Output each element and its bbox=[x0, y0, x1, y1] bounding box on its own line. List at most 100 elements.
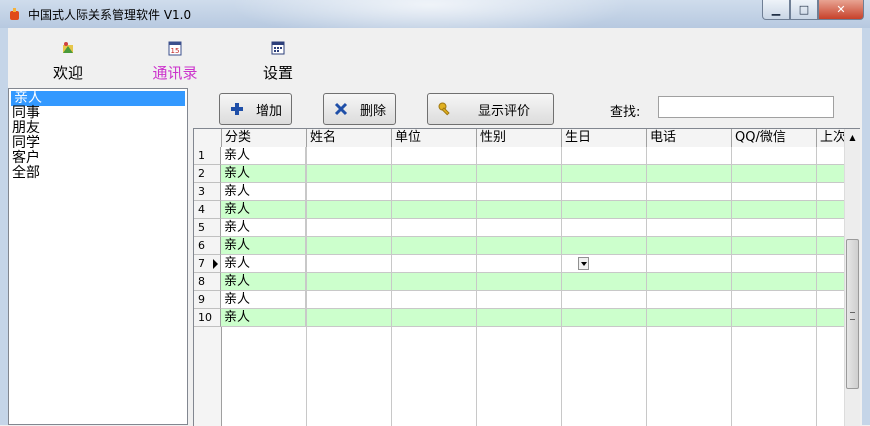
table-row[interactable]: 6 亲人 bbox=[194, 237, 844, 255]
welcome-icon bbox=[63, 42, 73, 53]
row-header[interactable]: 7 bbox=[194, 255, 221, 273]
row-header[interactable]: 4 bbox=[194, 201, 221, 219]
row-number: 9 bbox=[198, 293, 205, 306]
row-cells: 亲人 bbox=[221, 165, 844, 183]
minimize-button[interactable]: ▁ bbox=[762, 0, 790, 20]
delete-button[interactable]: 删除 bbox=[323, 93, 396, 125]
scrollbar-thumb[interactable] bbox=[846, 239, 859, 389]
column-header-qq-wechat[interactable]: QQ/微信 bbox=[732, 129, 817, 147]
delete-button-label: 删除 bbox=[360, 103, 387, 119]
table-row[interactable]: 5 亲人 bbox=[194, 219, 844, 237]
close-button[interactable]: ✕ bbox=[818, 0, 864, 20]
cell-category[interactable]: 亲人 bbox=[221, 147, 306, 165]
column-header-company[interactable]: 单位 bbox=[392, 129, 477, 147]
cell-category[interactable]: 亲人 bbox=[221, 291, 306, 309]
window-title: 中国式人际关系管理软件 V1.0 bbox=[28, 8, 192, 22]
grid-line bbox=[306, 147, 307, 426]
table-row[interactable]: 1 亲人 bbox=[194, 147, 844, 165]
maximize-button[interactable]: □ bbox=[790, 0, 818, 20]
column-header-phone[interactable]: 电话 bbox=[647, 129, 732, 147]
row-header[interactable]: 1 bbox=[194, 147, 221, 165]
grid-line bbox=[476, 147, 477, 426]
category-item-friends[interactable]: 朋友 bbox=[9, 121, 187, 136]
cell-category[interactable]: 亲人 bbox=[221, 255, 306, 273]
tab-welcome[interactable]: 欢迎 bbox=[38, 40, 98, 83]
row-cells: 亲人 bbox=[221, 255, 844, 273]
gender-dropdown-icon[interactable] bbox=[578, 257, 589, 270]
cell-category[interactable]: 亲人 bbox=[221, 165, 306, 183]
row-cells: 亲人 bbox=[221, 291, 844, 309]
row-number: 8 bbox=[198, 275, 205, 288]
column-header-category[interactable]: 分类 bbox=[222, 129, 307, 147]
cell-category[interactable]: 亲人 bbox=[221, 183, 306, 201]
row-number: 5 bbox=[198, 221, 205, 234]
svg-text:15: 15 bbox=[171, 47, 180, 55]
tab-settings[interactable]: 设置 bbox=[248, 40, 308, 83]
add-button-label: 增加 bbox=[256, 103, 283, 119]
table-row[interactable]: 4 亲人 bbox=[194, 201, 844, 219]
cell-category[interactable]: 亲人 bbox=[221, 309, 306, 327]
show-review-button[interactable]: 显示评价 bbox=[427, 93, 554, 125]
cell-category[interactable]: 亲人 bbox=[221, 237, 306, 255]
row-header[interactable]: 6 bbox=[194, 237, 221, 255]
cell-category[interactable]: 亲人 bbox=[221, 219, 306, 237]
row-header[interactable]: 8 bbox=[194, 273, 221, 291]
category-item-colleagues[interactable]: 同事 bbox=[9, 106, 187, 121]
column-header-last[interactable]: 上次 bbox=[817, 129, 844, 147]
vertical-scrollbar[interactable]: ▲ bbox=[844, 129, 860, 426]
cell-category[interactable]: 亲人 bbox=[221, 201, 306, 219]
tab-settings-label: 设置 bbox=[262, 64, 293, 82]
row-header[interactable]: 2 bbox=[194, 165, 221, 183]
row-cells: 亲人 bbox=[221, 183, 844, 201]
scroll-up-arrow-icon[interactable]: ▲ bbox=[845, 129, 860, 146]
category-list[interactable]: 亲人 同事 朋友 同学 客户 全部 bbox=[8, 88, 188, 425]
grid-corner bbox=[194, 129, 222, 147]
maximize-icon: □ bbox=[798, 3, 810, 16]
row-cells: 亲人 bbox=[221, 273, 844, 291]
grid-line bbox=[646, 147, 647, 426]
contacts-grid[interactable]: 分类 姓名 单位 性别 生日 电话 QQ/微信 上次 1 亲人 2 亲人 3 亲人 4 亲人 5… bbox=[193, 128, 860, 426]
column-header-name[interactable]: 姓名 bbox=[307, 129, 392, 147]
table-row[interactable]: 7 亲人 bbox=[194, 255, 844, 273]
row-number: 6 bbox=[198, 239, 205, 252]
category-item-classmates[interactable]: 同学 bbox=[9, 136, 187, 151]
row-number: 10 bbox=[198, 311, 212, 324]
grid-line bbox=[391, 147, 392, 426]
grid-line bbox=[731, 147, 732, 426]
grid-line bbox=[561, 147, 562, 426]
category-item-all[interactable]: 全部 bbox=[9, 166, 187, 181]
delete-x-icon bbox=[334, 102, 348, 116]
title-bar: 中国式人际关系管理软件 V1.0 ▁ □ ✕ bbox=[0, 0, 870, 40]
cell-category[interactable]: 亲人 bbox=[221, 273, 306, 291]
search-input[interactable] bbox=[658, 96, 834, 118]
add-button[interactable]: 增加 bbox=[219, 93, 292, 125]
row-header[interactable]: 10 bbox=[194, 309, 221, 327]
category-item-clients[interactable]: 客户 bbox=[9, 151, 187, 166]
table-row[interactable]: 2 亲人 bbox=[194, 165, 844, 183]
row-header[interactable]: 5 bbox=[194, 219, 221, 237]
table-row[interactable]: 10 亲人 bbox=[194, 309, 844, 327]
show-review-button-label: 显示评价 bbox=[478, 103, 531, 119]
table-row[interactable]: 3 亲人 bbox=[194, 183, 844, 201]
table-row[interactable]: 8 亲人 bbox=[194, 273, 844, 291]
row-cells: 亲人 bbox=[221, 201, 844, 219]
current-row-pointer-icon bbox=[213, 259, 218, 269]
row-header[interactable]: 3 bbox=[194, 183, 221, 201]
grid-line bbox=[816, 147, 817, 426]
row-number: 1 bbox=[198, 149, 205, 162]
row-cells: 亲人 bbox=[221, 147, 844, 165]
column-header-gender[interactable]: 性别 bbox=[477, 129, 562, 147]
row-number: 4 bbox=[198, 203, 205, 216]
row-cells: 亲人 bbox=[221, 237, 844, 255]
column-header-birthday[interactable]: 生日 bbox=[562, 129, 647, 147]
tab-welcome-label: 欢迎 bbox=[52, 64, 83, 82]
tab-contacts[interactable]: 15 通讯录 bbox=[145, 40, 205, 83]
action-bar: 增加 删除 显示评价 查找: bbox=[190, 88, 862, 128]
table-row[interactable]: 9 亲人 bbox=[194, 291, 844, 309]
tab-contacts-label: 通讯录 bbox=[152, 64, 198, 82]
row-header[interactable]: 9 bbox=[194, 291, 221, 309]
grid-header: 分类 姓名 单位 性别 生日 电话 QQ/微信 上次 bbox=[194, 129, 844, 148]
calendar-grid-icon bbox=[271, 41, 285, 55]
window-frame-right bbox=[862, 28, 870, 425]
category-item-relatives[interactable]: 亲人 bbox=[11, 91, 185, 106]
